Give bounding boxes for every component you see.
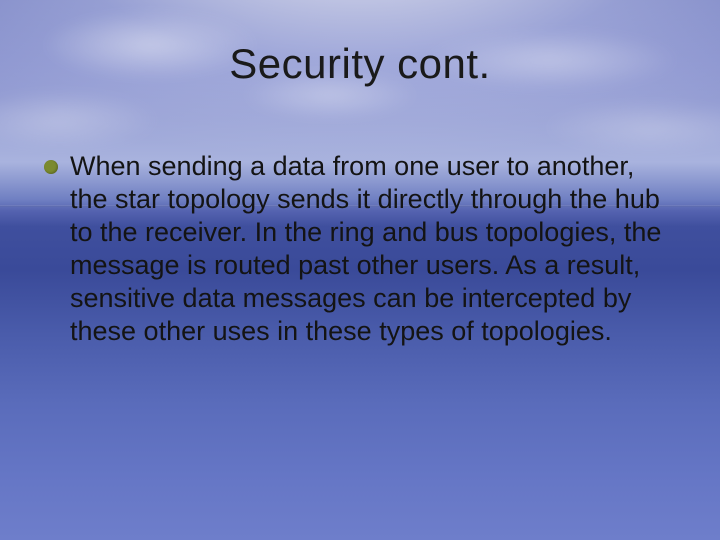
bullet-item: When sending a data from one user to ano… <box>44 150 666 348</box>
slide-title: Security cont. <box>0 40 720 88</box>
decoration-cloud <box>0 90 160 150</box>
bullet-icon <box>44 160 58 174</box>
bullet-text: When sending a data from one user to ano… <box>70 150 666 348</box>
decoration-cloud <box>540 100 720 155</box>
slide: Security cont. When sending a data from … <box>0 0 720 540</box>
slide-body: When sending a data from one user to ano… <box>44 150 666 348</box>
